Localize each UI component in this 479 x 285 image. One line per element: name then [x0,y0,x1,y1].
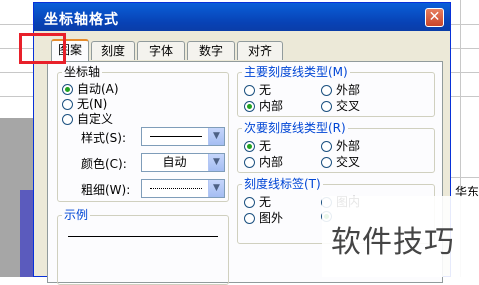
radio-icon [244,156,255,168]
chevron-down-icon[interactable]: ▼ [208,154,224,171]
weight-label: 粗细(W): [81,183,131,197]
chevron-down-icon[interactable]: ▼ [208,180,224,197]
axis-auto-radio[interactable]: 自动(A) [62,82,119,96]
axis-group: 坐标轴 自动(A) 无(N) 自定义 样式(S): ▼ 颜色(C): 自动 ▼ … [57,65,229,202]
minor-tick-group: 次要刻度线类型(R) 无 外部 内部 交叉 [237,121,435,173]
tab-alignment[interactable]: 对齐 [237,41,283,60]
major-tick-cross-radio[interactable]: 交叉 [321,99,360,113]
radio-icon [244,196,255,208]
tick-labels-outside-radio[interactable]: 图外 [244,211,283,225]
minor-tick-title: 次要刻度线类型(R) [242,121,348,135]
axis-group-title: 坐标轴 [62,65,103,79]
radio-icon [62,98,73,110]
close-icon: ✕ [428,9,441,25]
close-button[interactable]: ✕ [425,8,444,27]
chevron-down-icon[interactable]: ▼ [208,128,224,145]
radio-icon [244,84,255,96]
color-label: 颜色(C): [81,157,127,171]
radio-icon [321,84,332,96]
axis-none-radio[interactable]: 无(N) [62,97,107,111]
major-tick-inside-radio[interactable]: 内部 [244,99,283,113]
style-label: 样式(S): [81,131,127,145]
radio-icon [244,212,255,224]
radio-icon [321,156,332,168]
watermark-text: 软件技巧 [331,225,455,260]
radio-selected-icon [244,100,255,112]
radio-icon [321,100,332,112]
tab-font[interactable]: 字体 [137,41,185,60]
highlight-box [19,33,66,64]
radio-selected-icon [244,140,255,152]
major-tick-outside-radio[interactable]: 外部 [321,83,360,97]
sample-group: 示例 [57,208,229,285]
style-select[interactable]: ▼ [141,127,225,146]
weight-select[interactable]: ▼ [141,179,225,198]
tab-scale[interactable]: 刻度 [91,41,135,60]
major-tick-title: 主要刻度线类型(M) [242,65,350,79]
sample-title: 示例 [62,208,91,222]
tick-labels-none-radio[interactable]: 无 [244,195,271,209]
major-tick-group: 主要刻度线类型(M) 无 外部 内部 交叉 [237,65,435,117]
radio-icon [321,140,332,152]
radio-selected-icon [62,83,73,95]
tick-labels-title: 刻度线标签(T) [242,177,323,191]
solid-line-swatch [150,136,202,137]
major-tick-none-radio[interactable]: 无 [244,83,271,97]
title-bar[interactable]: 坐标轴格式 ✕ [34,3,450,31]
color-select-value: 自动 [162,155,187,169]
dialog-title: 坐标轴格式 [44,12,119,28]
minor-tick-cross-radio[interactable]: 交叉 [321,155,360,169]
dotted-line-swatch [150,188,202,189]
axis-custom-radio[interactable]: 自定义 [62,112,113,126]
sample-axis-line [68,236,218,237]
minor-tick-inside-radio[interactable]: 内部 [244,155,283,169]
radio-icon [62,113,73,125]
minor-tick-outside-radio[interactable]: 外部 [321,139,360,153]
color-select[interactable]: 自动 ▼ [141,153,225,172]
minor-tick-none-radio[interactable]: 无 [244,139,271,153]
tab-number[interactable]: 数字 [187,41,235,60]
